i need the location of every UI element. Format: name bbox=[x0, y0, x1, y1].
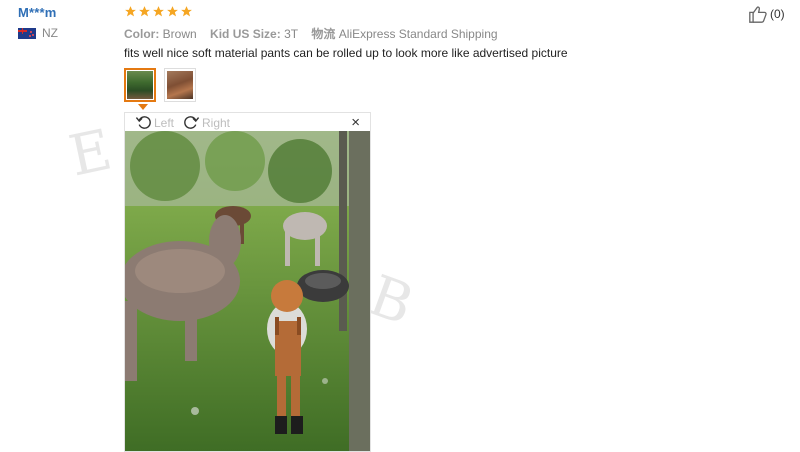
active-thumb-caret bbox=[138, 104, 148, 110]
rotate-left-label: Left bbox=[154, 115, 175, 130]
shipping-label: 物流 bbox=[311, 27, 336, 41]
rotate-right-button[interactable]: Right bbox=[183, 114, 230, 131]
star-icon bbox=[125, 6, 136, 17]
reviewer-info: M***m NZ bbox=[18, 5, 58, 40]
country-label: NZ bbox=[42, 26, 58, 40]
helpful-vote[interactable]: (0) bbox=[748, 5, 785, 23]
review-thumbnail-1[interactable] bbox=[124, 68, 156, 102]
reviewer-country: NZ bbox=[18, 26, 58, 40]
watermark-left: E bbox=[63, 115, 128, 190]
close-viewer-button[interactable]: × bbox=[351, 114, 360, 131]
order-meta: Color: Brown Kid US Size: 3T 物流 AliExpre… bbox=[124, 25, 508, 42]
color-value: Brown bbox=[162, 27, 197, 41]
review-thumbnails bbox=[124, 68, 196, 102]
rotate-left-button[interactable]: Left bbox=[135, 114, 174, 131]
shipping-value: AliExpress Standard Shipping bbox=[338, 27, 498, 41]
review-text: fits well nice soft material pants can b… bbox=[124, 46, 568, 60]
reviewer-name: M***m bbox=[18, 5, 57, 20]
star-rating bbox=[124, 5, 193, 18]
rotate-left-icon bbox=[135, 116, 151, 129]
rotate-right-label: Right bbox=[202, 115, 231, 130]
image-viewer: Left Right × bbox=[124, 112, 371, 452]
viewer-controls: Left Right × bbox=[125, 113, 370, 131]
nz-flag-icon bbox=[18, 27, 36, 39]
review-thumbnail-2[interactable] bbox=[164, 68, 196, 102]
star-icon bbox=[167, 6, 178, 17]
star-icon bbox=[181, 6, 192, 17]
color-label: Color: bbox=[124, 27, 160, 41]
thumbs-up-icon bbox=[749, 6, 767, 23]
review-photo bbox=[125, 131, 370, 451]
rotate-right-icon bbox=[184, 116, 200, 129]
size-label: Kid US Size: bbox=[210, 27, 281, 41]
star-icon bbox=[153, 6, 164, 17]
size-value: 3T bbox=[284, 27, 299, 41]
star-icon bbox=[139, 6, 150, 17]
helpful-count: (0) bbox=[770, 7, 785, 21]
